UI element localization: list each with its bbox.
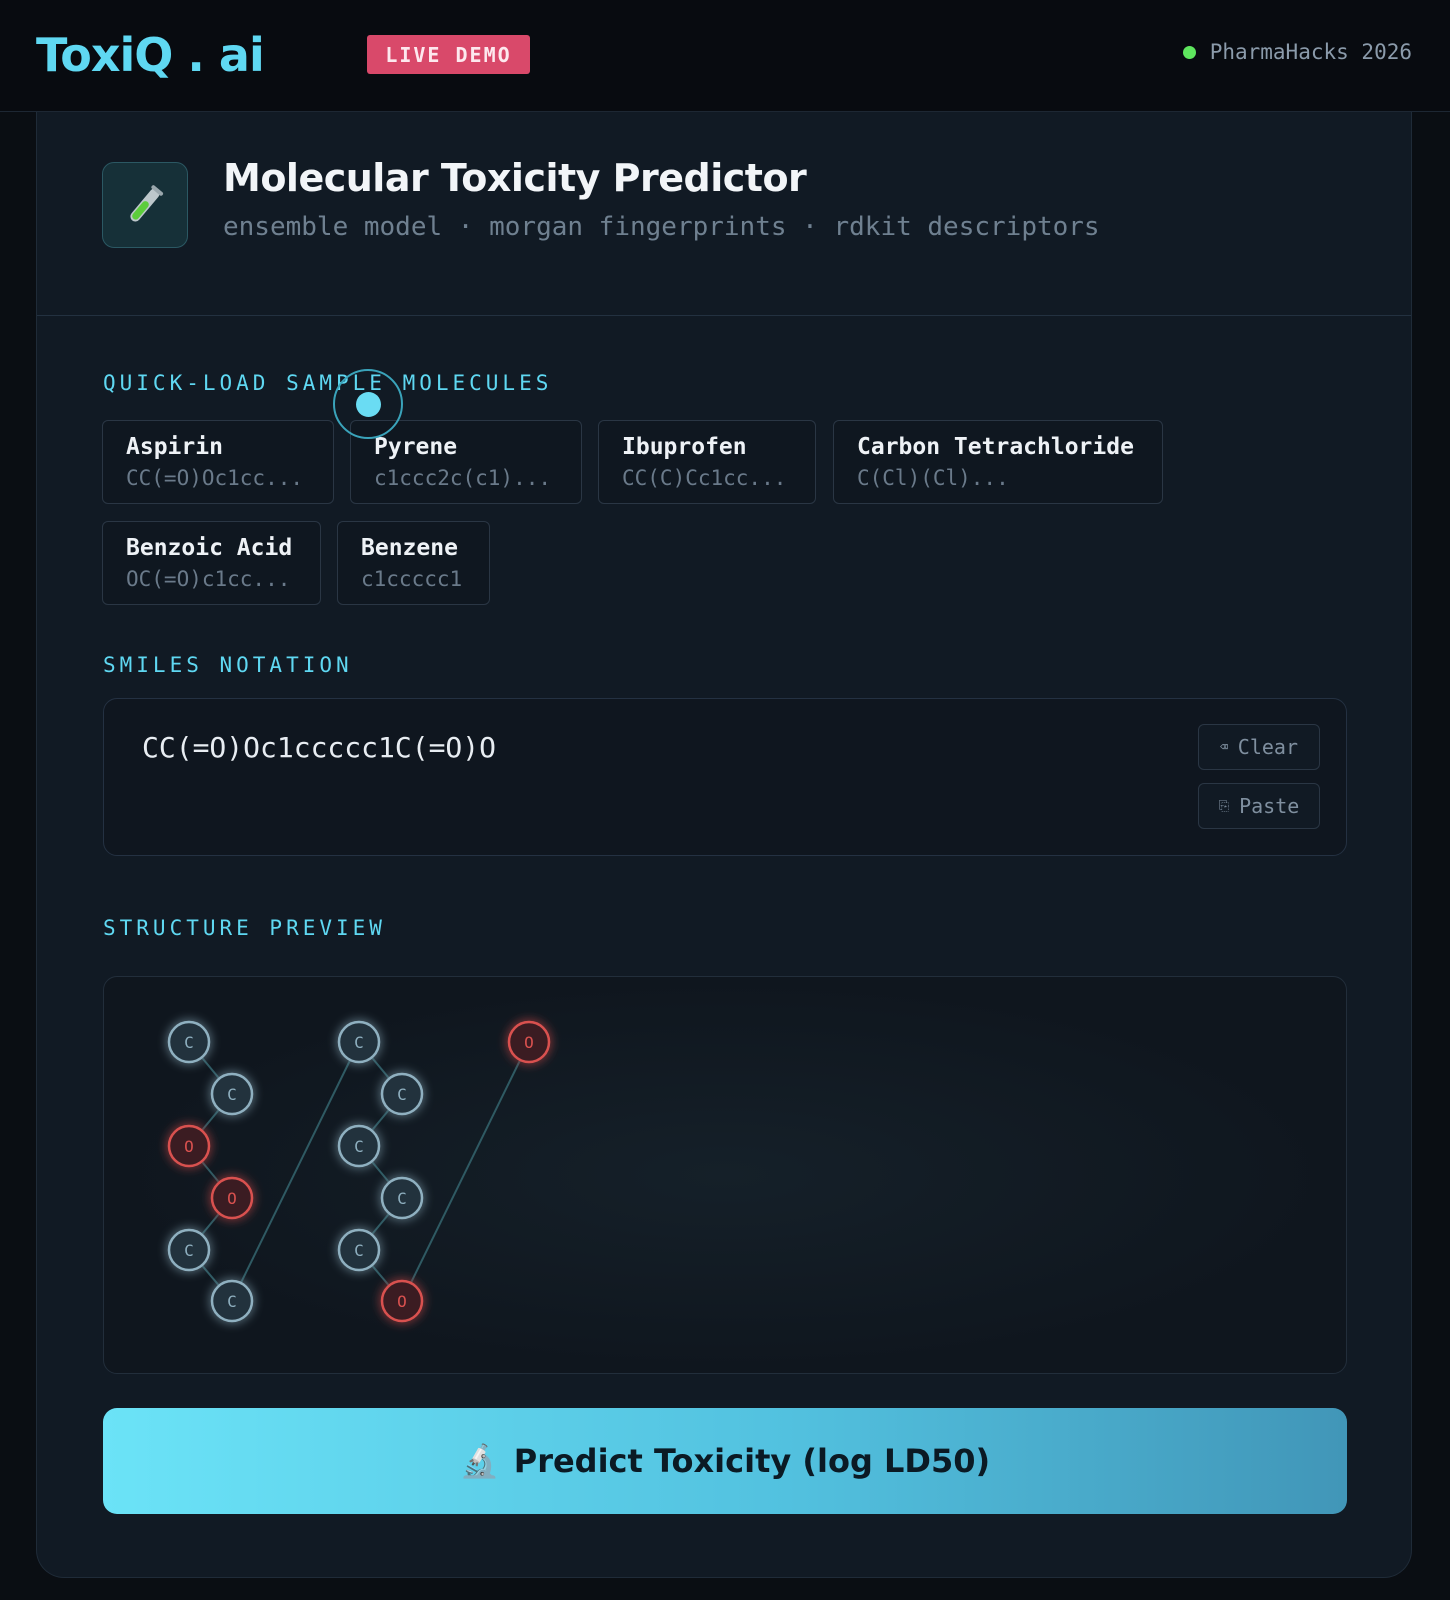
smiles-input[interactable]: CC(=O)Oc1ccccc1C(=O)O ⌫ Clear ⎘ Paste bbox=[103, 698, 1347, 856]
sample-smiles: c1ccccc1 bbox=[361, 567, 463, 591]
atom-c: C bbox=[167, 1020, 211, 1064]
atom-label: C bbox=[184, 1241, 194, 1260]
sample-chip-ibuprofen[interactable]: Ibuprofen CC(C)Cc1cc... bbox=[598, 420, 816, 504]
page-subtitle: ensemble model · morgan fingerprints · r… bbox=[223, 212, 1100, 242]
atom-o: O bbox=[380, 1279, 424, 1323]
page-title: Molecular Toxicity Predictor bbox=[223, 156, 807, 200]
bond-line bbox=[401, 1041, 530, 1302]
atom-c: C bbox=[337, 1020, 381, 1064]
atom-label: C bbox=[354, 1241, 364, 1260]
test-tube-icon bbox=[102, 162, 188, 248]
atom-c: C bbox=[337, 1228, 381, 1272]
atom-label: O bbox=[184, 1137, 194, 1156]
event-status: PharmaHacks 2026 bbox=[1182, 40, 1412, 64]
predict-button[interactable]: 🔬 Predict Toxicity (log LD50) bbox=[103, 1408, 1347, 1514]
clear-button[interactable]: ⌫ Clear bbox=[1198, 724, 1320, 770]
card-header: Molecular Toxicity Predictor ensemble mo… bbox=[37, 112, 1411, 316]
event-label: PharmaHacks 2026 bbox=[1209, 40, 1412, 64]
atom-label: C bbox=[397, 1085, 407, 1104]
sample-smiles: CC(C)Cc1cc... bbox=[622, 466, 787, 490]
sample-name: Benzoic Acid bbox=[126, 535, 293, 561]
sample-chip-benzoic-acid[interactable]: Benzoic Acid OC(=O)c1cc... bbox=[102, 521, 321, 605]
paste-button[interactable]: ⎘ Paste bbox=[1198, 783, 1320, 829]
atom-o: O bbox=[210, 1176, 254, 1220]
smiles-value[interactable]: CC(=O)Oc1ccccc1C(=O)O bbox=[142, 731, 496, 764]
sample-smiles: OC(=O)c1cc... bbox=[126, 567, 291, 591]
atom-c: C bbox=[210, 1072, 254, 1116]
clear-label: Clear bbox=[1237, 735, 1299, 759]
atom-c: C bbox=[337, 1124, 381, 1168]
atom-label: C bbox=[227, 1085, 237, 1104]
logo: ToxiQ . ai bbox=[36, 28, 265, 82]
microscope-icon: 🔬 bbox=[459, 1442, 500, 1480]
atom-c: C bbox=[380, 1176, 424, 1220]
atom-o: O bbox=[507, 1020, 551, 1064]
sample-chip-carbon-tetrachloride[interactable]: Carbon Tetrachloride C(Cl)(Cl)... bbox=[833, 420, 1163, 504]
sample-name: Pyrene bbox=[374, 434, 458, 460]
predict-label: Predict Toxicity (log LD50) bbox=[513, 1442, 991, 1480]
atom-label: O bbox=[227, 1189, 237, 1208]
sample-chip-aspirin[interactable]: Aspirin CC(=O)Oc1cc... bbox=[102, 420, 334, 504]
atom-label: O bbox=[524, 1033, 534, 1052]
atom-label: C bbox=[354, 1137, 364, 1156]
paste-label: Paste bbox=[1239, 794, 1300, 818]
atom-label: C bbox=[184, 1033, 194, 1052]
atom-label: C bbox=[354, 1033, 364, 1052]
atom-c: C bbox=[380, 1072, 424, 1116]
live-demo-badge: LIVE DEMO bbox=[367, 35, 530, 74]
bond-line bbox=[231, 1041, 360, 1302]
atom-c: C bbox=[210, 1279, 254, 1323]
molecule-diagram: C C O O C C C C C C C O O bbox=[167, 1020, 551, 1323]
sample-name: Benzene bbox=[361, 535, 458, 561]
smiles-label: SMILES NOTATION bbox=[103, 653, 353, 677]
structure-label: STRUCTURE PREVIEW bbox=[103, 916, 386, 940]
structure-preview: C C O O C C C C C C C O O bbox=[103, 976, 1347, 1374]
cursor-dot-icon bbox=[356, 392, 381, 417]
atom-o: O bbox=[167, 1124, 211, 1168]
atom-label: O bbox=[397, 1292, 407, 1311]
clipboard-icon: ⎘ bbox=[1218, 798, 1230, 814]
sample-smiles: CC(=O)Oc1cc... bbox=[126, 466, 304, 490]
samples-label: QUICK-LOAD SAMPLE MOLECULES bbox=[103, 371, 553, 395]
sample-smiles: c1ccc2c(c1)... bbox=[374, 466, 552, 490]
atom-label: C bbox=[397, 1189, 407, 1208]
predictor-card: Molecular Toxicity Predictor ensemble mo… bbox=[36, 112, 1412, 1578]
top-bar: ToxiQ . ai LIVE DEMO PharmaHacks 2026 bbox=[0, 0, 1450, 112]
sample-name: Ibuprofen bbox=[622, 434, 747, 460]
atom-label: C bbox=[227, 1292, 237, 1311]
sample-smiles: C(Cl)(Cl)... bbox=[857, 466, 1009, 490]
sample-chip-benzene[interactable]: Benzene c1ccccc1 bbox=[337, 521, 490, 605]
status-dot-icon bbox=[1182, 45, 1196, 59]
atom-c: C bbox=[167, 1228, 211, 1272]
backspace-icon: ⌫ bbox=[1219, 739, 1228, 755]
sample-name: Aspirin bbox=[126, 434, 223, 460]
sample-name: Carbon Tetrachloride bbox=[857, 434, 1134, 460]
